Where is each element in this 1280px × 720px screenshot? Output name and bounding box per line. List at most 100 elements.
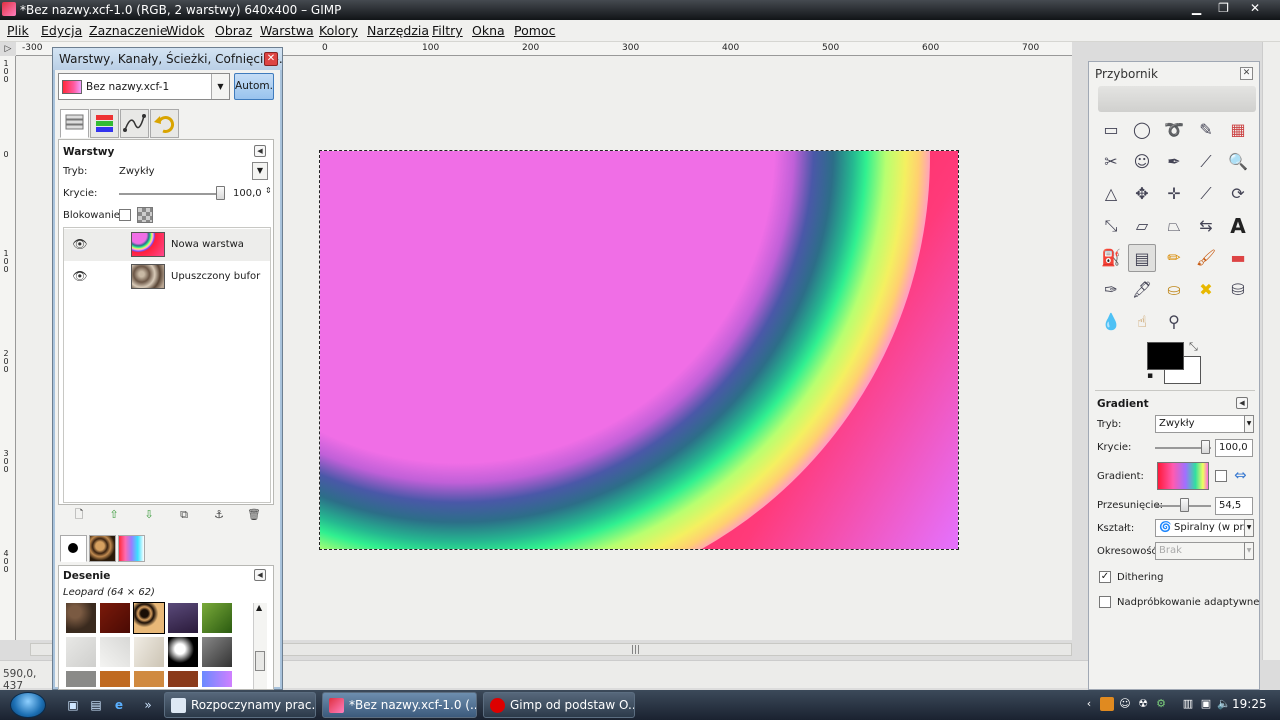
delete-layer-icon[interactable]: 🗑 [246, 507, 262, 523]
measure-icon[interactable]: △ [1097, 180, 1125, 208]
paintbrush-icon[interactable]: 🖌 [1192, 244, 1220, 272]
gradient-opacity-thumb[interactable] [1201, 440, 1210, 454]
align-icon[interactable]: ✛ [1160, 180, 1188, 208]
blend-gradient-icon[interactable]: ▤ [1128, 244, 1156, 272]
tab-channels[interactable] [90, 109, 119, 138]
fuzzy-select-icon[interactable]: ✎ [1192, 116, 1220, 144]
gradient-opacity-input[interactable]: 100,0 [1215, 439, 1253, 457]
foreground-color-swatch[interactable] [1147, 342, 1184, 370]
auto-button[interactable]: Autom. [234, 73, 274, 100]
crop-icon[interactable]: ⟋ [1192, 180, 1220, 208]
volume-icon[interactable]: 🔈 [1217, 697, 1231, 711]
anchor-layer-icon[interactable]: ⚓ [211, 507, 227, 523]
eye-icon[interactable]: 👁 [72, 238, 88, 250]
scroll-up-icon[interactable]: ▲ [256, 603, 262, 612]
pattern-swatch[interactable] [99, 636, 131, 668]
task-button[interactable]: Gimp od podstaw O... [483, 692, 635, 718]
title-bar[interactable]: *Bez nazwy.xcf-1.0 (RGB, 2 warstwy) 640x… [0, 0, 1280, 20]
free-select-icon[interactable]: ➰ [1160, 116, 1188, 144]
alpha-lock-icon[interactable] [137, 207, 153, 223]
pattern-swatch[interactable] [99, 602, 131, 634]
layer-row[interactable]: 👁 Upuszczony bufor [64, 261, 270, 293]
show-desktop-icon[interactable]: ▣ [65, 697, 81, 713]
pattern-swatch[interactable] [65, 602, 97, 634]
pattern-swatch[interactable] [133, 636, 165, 668]
task-button[interactable]: Rozpoczynamy prac... [164, 692, 316, 718]
airbrush-icon[interactable]: ✑ [1097, 276, 1125, 304]
tray-app-icon[interactable]: ☺ [1118, 697, 1132, 711]
offset-input[interactable]: 54,5 [1215, 497, 1253, 515]
eraser-icon[interactable]: ▬ [1224, 244, 1252, 272]
tab-undo[interactable] [150, 109, 179, 138]
menu-widok[interactable]: Widok [166, 23, 204, 38]
clone-icon[interactable]: ⛀ [1160, 276, 1188, 304]
layer-row[interactable]: 👁 Nowa warstwa [64, 229, 270, 261]
gradient-mode-select[interactable]: Zwykły [1155, 415, 1250, 433]
internet-explorer-icon[interactable]: e [111, 697, 127, 713]
blur-icon[interactable]: 💧 [1097, 308, 1125, 336]
menu-zaznaczenie[interactable]: Zaznaczenie [89, 23, 168, 38]
tab-paths[interactable] [120, 109, 149, 138]
text-tool-icon[interactable]: A [1224, 212, 1252, 240]
minimize-button[interactable]: ▁ [1183, 0, 1210, 17]
pattern-swatch[interactable] [65, 636, 97, 668]
shear-icon[interactable]: ▱ [1128, 212, 1156, 240]
tab-brushes[interactable] [60, 535, 87, 562]
image-canvas[interactable] [319, 150, 959, 550]
swap-colors-icon[interactable]: ⤡ [1189, 340, 1198, 354]
gradient-preview[interactable] [1157, 462, 1209, 490]
ellipse-select-icon[interactable]: ◯ [1128, 116, 1156, 144]
paths-tool-icon[interactable]: ✒ [1160, 148, 1188, 176]
pattern-swatch[interactable] [201, 670, 233, 688]
tray-app-icon[interactable]: ☢ [1136, 697, 1150, 711]
tab-patterns[interactable] [89, 535, 116, 562]
dodge-burn-icon[interactable]: ⚲ [1160, 308, 1188, 336]
menu-okna[interactable]: Okna [472, 23, 505, 38]
dithering-checkbox[interactable]: ✓ [1099, 571, 1111, 583]
default-colors-icon[interactable]: ▪ [1147, 371, 1159, 383]
clock[interactable]: 19:25 [1232, 697, 1267, 711]
color-picker-icon[interactable]: ⟋ [1192, 148, 1220, 176]
chevron-down-icon[interactable]: ▼ [1244, 519, 1254, 537]
image-selector[interactable]: Bez nazwy.xcf-1 ▼ [58, 73, 230, 100]
heal-icon[interactable]: ✖ [1192, 276, 1220, 304]
menu-filtry[interactable]: Filtry [432, 23, 463, 38]
rotate-icon[interactable]: ⟳ [1224, 180, 1252, 208]
flip-icon[interactable]: ⇆ [1192, 212, 1220, 240]
menu-edycja[interactable]: Edycja [41, 23, 82, 38]
ink-icon[interactable]: 🖋 [1128, 276, 1156, 304]
reverse-gradient-icon[interactable]: ⇔ [1234, 466, 1247, 484]
rect-select-icon[interactable]: ▭ [1097, 116, 1125, 144]
pattern-swatch[interactable] [99, 670, 131, 688]
tray-app-icon[interactable] [1100, 697, 1114, 711]
network-icon[interactable]: ▥ [1181, 697, 1195, 711]
bucket-fill-icon[interactable]: ⛽ [1097, 244, 1125, 272]
panel-menu-icon[interactable]: ◀ [1236, 397, 1248, 409]
menu-narzedzia[interactable]: Narzędzia [367, 23, 429, 38]
pencil-icon[interactable]: ✏ [1160, 244, 1188, 272]
scissors-icon[interactable]: ✂ [1097, 148, 1125, 176]
menu-obraz[interactable]: Obraz [215, 23, 252, 38]
dock-close-button[interactable]: ✕ [264, 52, 278, 66]
perspective-icon[interactable]: ⏢ [1160, 212, 1188, 240]
pattern-swatch[interactable] [133, 670, 165, 688]
eye-icon[interactable]: 👁 [72, 270, 88, 282]
chevron-down-icon[interactable]: ▼ [211, 74, 229, 99]
tab-gradients[interactable] [118, 535, 145, 562]
opacity-value[interactable]: 100,0 [233, 188, 262, 199]
pattern-swatch[interactable] [201, 636, 233, 668]
raise-layer-icon[interactable]: ⇧ [106, 507, 122, 523]
chevron-down-icon[interactable]: ▼ [1244, 415, 1254, 433]
color-select-icon[interactable]: ▦ [1224, 116, 1252, 144]
lower-layer-icon[interactable]: ⇩ [141, 507, 157, 523]
move-icon[interactable]: ✥ [1128, 180, 1156, 208]
duplicate-layer-icon[interactable]: ⧉ [176, 507, 192, 523]
monitor-icon[interactable]: ▣ [1199, 697, 1213, 711]
tray-app-icon[interactable]: ⚙ [1154, 697, 1168, 711]
pattern-swatch[interactable] [201, 602, 233, 634]
shape-select[interactable]: 🌀 Spiralny (w pr... [1155, 519, 1250, 537]
chevron-down-icon[interactable]: ▼ [252, 162, 268, 180]
tray-expand-icon[interactable]: ‹ [1082, 697, 1096, 711]
opacity-slider-thumb[interactable] [216, 186, 225, 200]
offset-slider-thumb[interactable] [1180, 498, 1189, 512]
